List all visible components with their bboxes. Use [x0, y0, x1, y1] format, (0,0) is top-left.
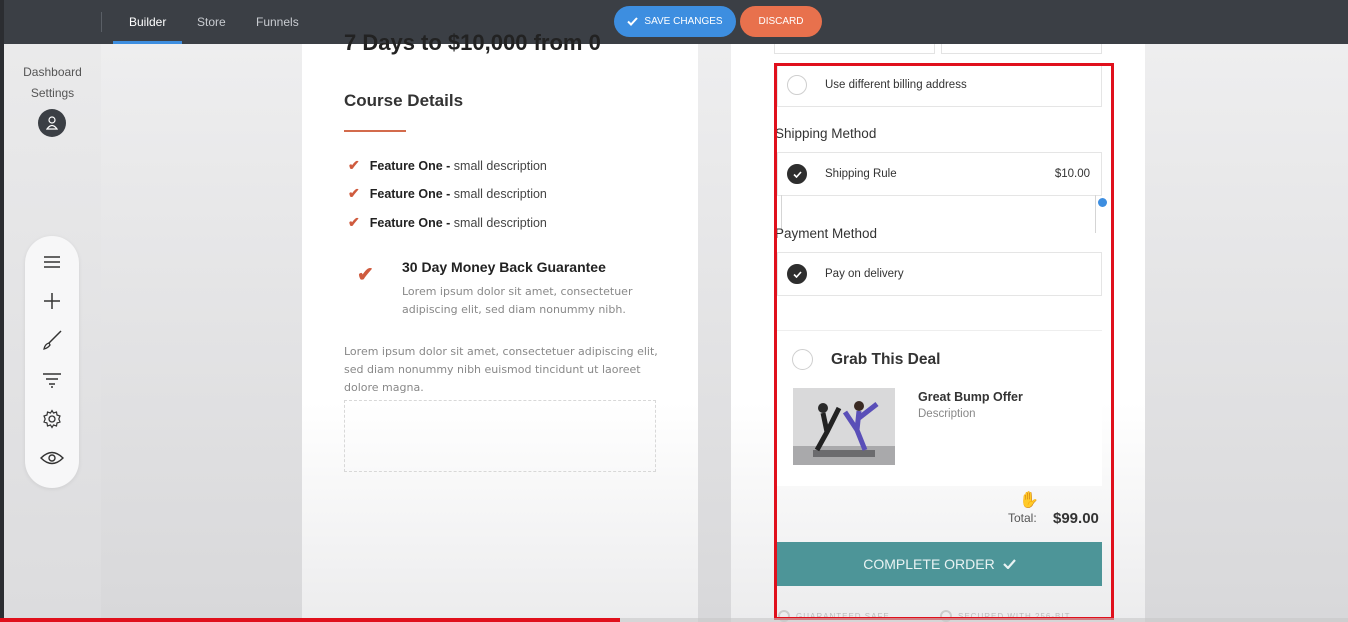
editor-canvas	[101, 44, 1348, 622]
feature-item: ✔ Feature One - small description	[348, 214, 547, 231]
dashboard-link[interactable]: Dashboard	[4, 65, 101, 79]
check-icon	[792, 170, 802, 178]
resize-handle[interactable]	[1098, 198, 1107, 207]
check-icon	[792, 270, 802, 278]
feature-item: ✔ Feature One - small description	[348, 185, 547, 202]
complete-order-button[interactable]: COMPLETE ORDER	[777, 542, 1102, 586]
eye-icon[interactable]	[38, 444, 66, 472]
empty-element-placeholder[interactable]	[344, 400, 656, 472]
title-clip	[302, 44, 698, 56]
tab-builder[interactable]: Builder	[112, 0, 183, 44]
check-icon	[627, 17, 639, 26]
check-icon: ✔	[348, 185, 360, 201]
total-value: $99.00	[1053, 510, 1099, 527]
save-changes-label: SAVE CHANGES	[644, 16, 723, 27]
video-progress-fill	[0, 618, 621, 622]
payment-method-heading: Payment Method	[775, 226, 878, 241]
shipping-rule-label: Shipping Rule	[825, 168, 897, 180]
course-details-heading: Course Details	[344, 91, 464, 110]
deal-title: Grab This Deal	[831, 351, 941, 368]
plus-icon[interactable]	[38, 287, 66, 315]
shipping-method-heading: Shipping Method	[775, 126, 877, 141]
feature-text: Feature One - small description	[369, 215, 547, 230]
brush-icon[interactable]	[38, 326, 66, 354]
offer-image	[793, 388, 895, 465]
tab-funnels[interactable]: Funnels	[256, 0, 299, 44]
user-icon	[46, 116, 58, 130]
topbar-divider	[101, 12, 102, 32]
feature-item: ✔ Feature One - small description	[348, 157, 547, 174]
billing-radio[interactable]	[787, 75, 807, 95]
menu-icon[interactable]	[38, 248, 66, 276]
feature-text: Feature One - small description	[369, 158, 547, 173]
shipping-price: $10.00	[1054, 168, 1090, 180]
check-icon	[1002, 559, 1016, 569]
guarantee-title: 30 Day Money Back Guarantee	[402, 259, 606, 275]
form-field-stub[interactable]	[941, 44, 1102, 54]
offer-name: Great Bump Offer	[918, 390, 1023, 404]
save-changes-button[interactable]: SAVE CHANGES	[614, 6, 736, 37]
check-icon: ✔	[348, 214, 360, 230]
left-sidebar: Dashboard Settings	[4, 44, 101, 622]
form-field-stub[interactable]	[774, 44, 935, 54]
hand-cursor-icon: ✋	[1019, 492, 1039, 509]
deal-radio[interactable]	[792, 349, 813, 370]
payment-radio[interactable]	[787, 264, 807, 284]
shipping-rule-option[interactable]: Shipping Rule $10.00	[777, 152, 1102, 196]
shipping-radio[interactable]	[787, 164, 807, 184]
payment-label: Pay on delivery	[825, 268, 904, 280]
total-label: Total:	[1008, 511, 1037, 525]
check-icon: ✔	[357, 264, 374, 286]
complete-order-label: COMPLETE ORDER	[863, 556, 995, 572]
tool-palette	[25, 236, 79, 488]
avatar[interactable]	[38, 109, 66, 137]
gear-icon[interactable]	[38, 405, 66, 433]
guarantee-text: Lorem ipsum dolor sit amet, consectetuer…	[402, 285, 633, 316]
payment-option[interactable]: Pay on delivery	[777, 252, 1102, 296]
top-bar: Builder Store Funnels SAVE CHANGES DISCA…	[0, 0, 1348, 44]
body-paragraph: Lorem ipsum dolor sit amet, consectetuer…	[344, 345, 658, 394]
offer-description: Description	[918, 408, 976, 420]
discard-button[interactable]: DISCARD	[740, 6, 822, 37]
heading-underline	[344, 130, 406, 132]
tab-store[interactable]: Store	[197, 0, 226, 44]
feature-text: Feature One - small description	[369, 186, 547, 201]
filter-icon[interactable]	[38, 366, 66, 394]
check-icon: ✔	[348, 157, 360, 173]
billing-label: Use different billing address	[825, 79, 967, 91]
settings-link[interactable]: Settings	[4, 86, 101, 100]
billing-address-option[interactable]: Use different billing address	[777, 63, 1102, 107]
